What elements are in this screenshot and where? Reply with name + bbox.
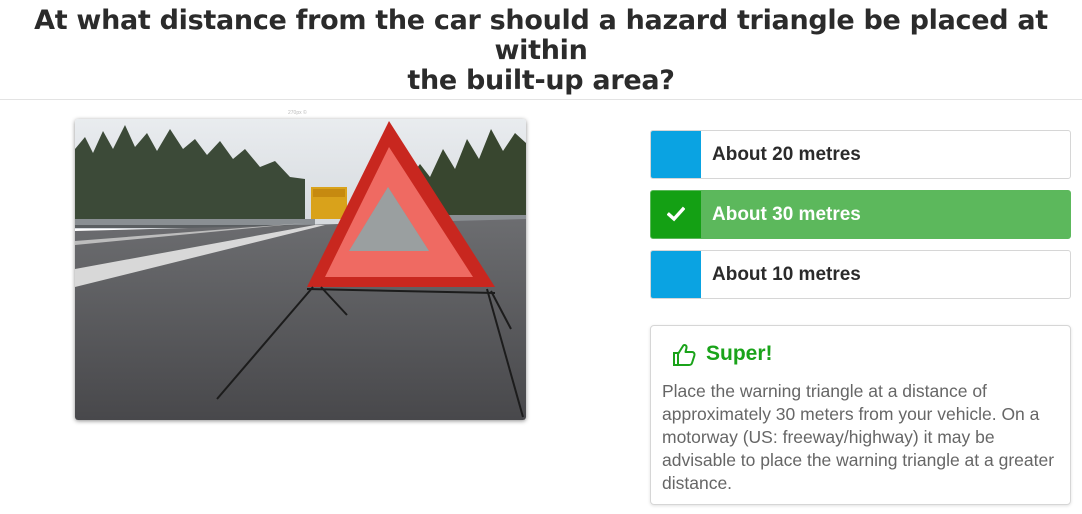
answer-label: About 30 metres [712, 204, 861, 225]
hazard-triangle-photo [75, 119, 526, 420]
question-image [75, 119, 526, 420]
image-caption: 270px © [288, 110, 307, 116]
answer-option-2[interactable]: About 30 metres [650, 190, 1071, 239]
feedback-panel: Super! Place the warning triangle at a d… [650, 325, 1071, 505]
check-icon [667, 206, 685, 222]
question-line-1: At what distance from the car should a h… [34, 5, 1048, 66]
answer-marker [651, 251, 701, 298]
answer-label: About 10 metres [712, 264, 861, 285]
answer-marker [651, 131, 701, 178]
header-divider [0, 99, 1082, 100]
feedback-explanation: Place the warning triangle at a distance… [662, 381, 1055, 493]
feedback-title: Super! [706, 342, 773, 365]
answer-option-3[interactable]: About 10 metres [650, 250, 1071, 299]
answer-marker [651, 191, 701, 238]
question-title: At what distance from the car should a h… [0, 6, 1082, 96]
question-line-2: the built-up area? [407, 65, 675, 96]
answer-option-1[interactable]: About 20 metres [650, 130, 1071, 179]
thumbs-up-icon [673, 343, 696, 366]
answer-label: About 20 metres [712, 144, 861, 165]
